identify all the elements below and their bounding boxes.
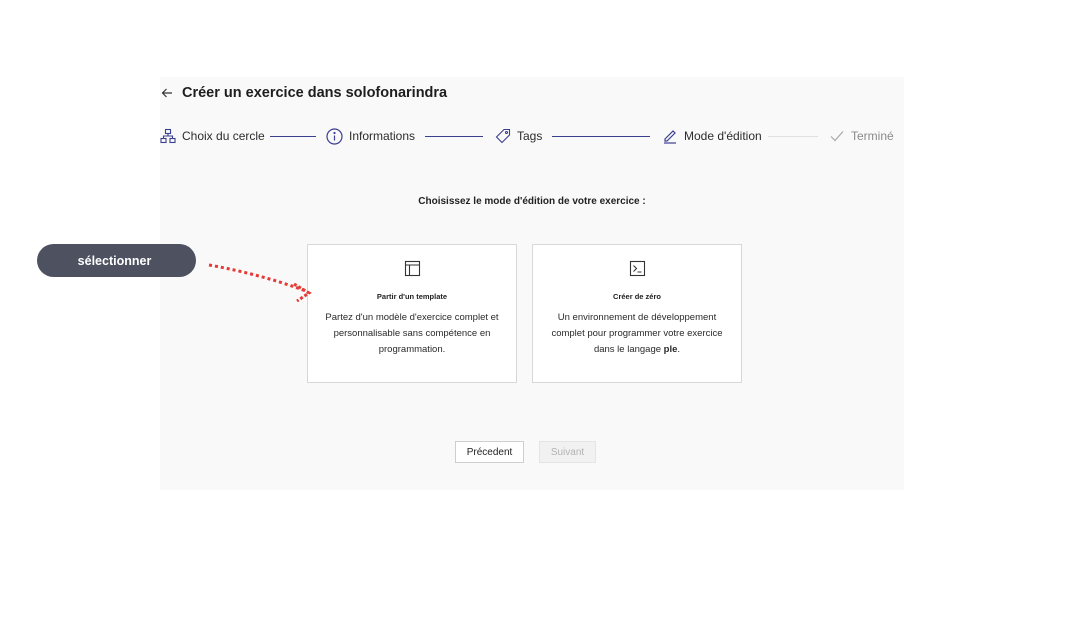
- step-mode-edition[interactable]: Mode d'édition: [662, 124, 762, 148]
- step-connector: [768, 136, 818, 137]
- annotation-arrow-icon: [208, 263, 312, 303]
- step-label: Terminé: [851, 129, 894, 143]
- card-description-end: .: [677, 344, 681, 355]
- mode-prompt: Choisissez le mode d'édition de votre ex…: [418, 196, 646, 207]
- info-circle-icon: [326, 127, 343, 145]
- terminal-icon: [533, 260, 741, 277]
- page-title: Créer un exercice dans solofonarindra: [182, 85, 448, 101]
- language-name: ple: [663, 344, 678, 355]
- card-title: Partir d'un template: [376, 292, 448, 301]
- scratch-mode-card[interactable]: Créer de zéro Un environnement de dévelo…: [532, 244, 742, 383]
- tag-icon: [495, 128, 511, 144]
- arrow-left-icon[interactable]: [160, 86, 174, 100]
- layout-template-icon: [308, 260, 516, 277]
- next-button[interactable]: Suivant: [539, 441, 596, 463]
- card-description: Un environnement de développement comple…: [545, 310, 729, 358]
- check-icon: [829, 128, 845, 144]
- sitemap-icon: [160, 128, 176, 144]
- step-label: Tags: [517, 129, 543, 143]
- step-connector: [425, 136, 483, 137]
- step-choix-du-cercle[interactable]: Choix du cercle: [160, 124, 265, 148]
- pencil-icon: [662, 128, 678, 144]
- step-label: Choix du cercle: [182, 129, 265, 143]
- step-label: Mode d'édition: [684, 129, 762, 143]
- step-informations[interactable]: Informations: [326, 124, 415, 148]
- previous-button[interactable]: Précedent: [455, 441, 524, 463]
- step-label: Informations: [349, 129, 416, 143]
- step-connector: [270, 136, 316, 137]
- step-termine[interactable]: Terminé: [829, 124, 894, 148]
- step-tags[interactable]: Tags: [495, 124, 542, 148]
- stepper: Choix du cercle Informations Tags Mode d…: [160, 124, 904, 148]
- step-connector: [552, 136, 650, 137]
- card-description: Partez d'un modèle d'exercice complet et…: [325, 312, 499, 355]
- page-header: Créer un exercice dans solofonarindra: [160, 81, 447, 105]
- card-description-text: Un environnement de développement comple…: [551, 312, 723, 355]
- template-mode-card[interactable]: Partir d'un template Partez d'un modèle …: [307, 244, 517, 383]
- card-title: Créer de zéro: [613, 292, 661, 301]
- select-annotation-pill: sélectionner: [37, 244, 196, 277]
